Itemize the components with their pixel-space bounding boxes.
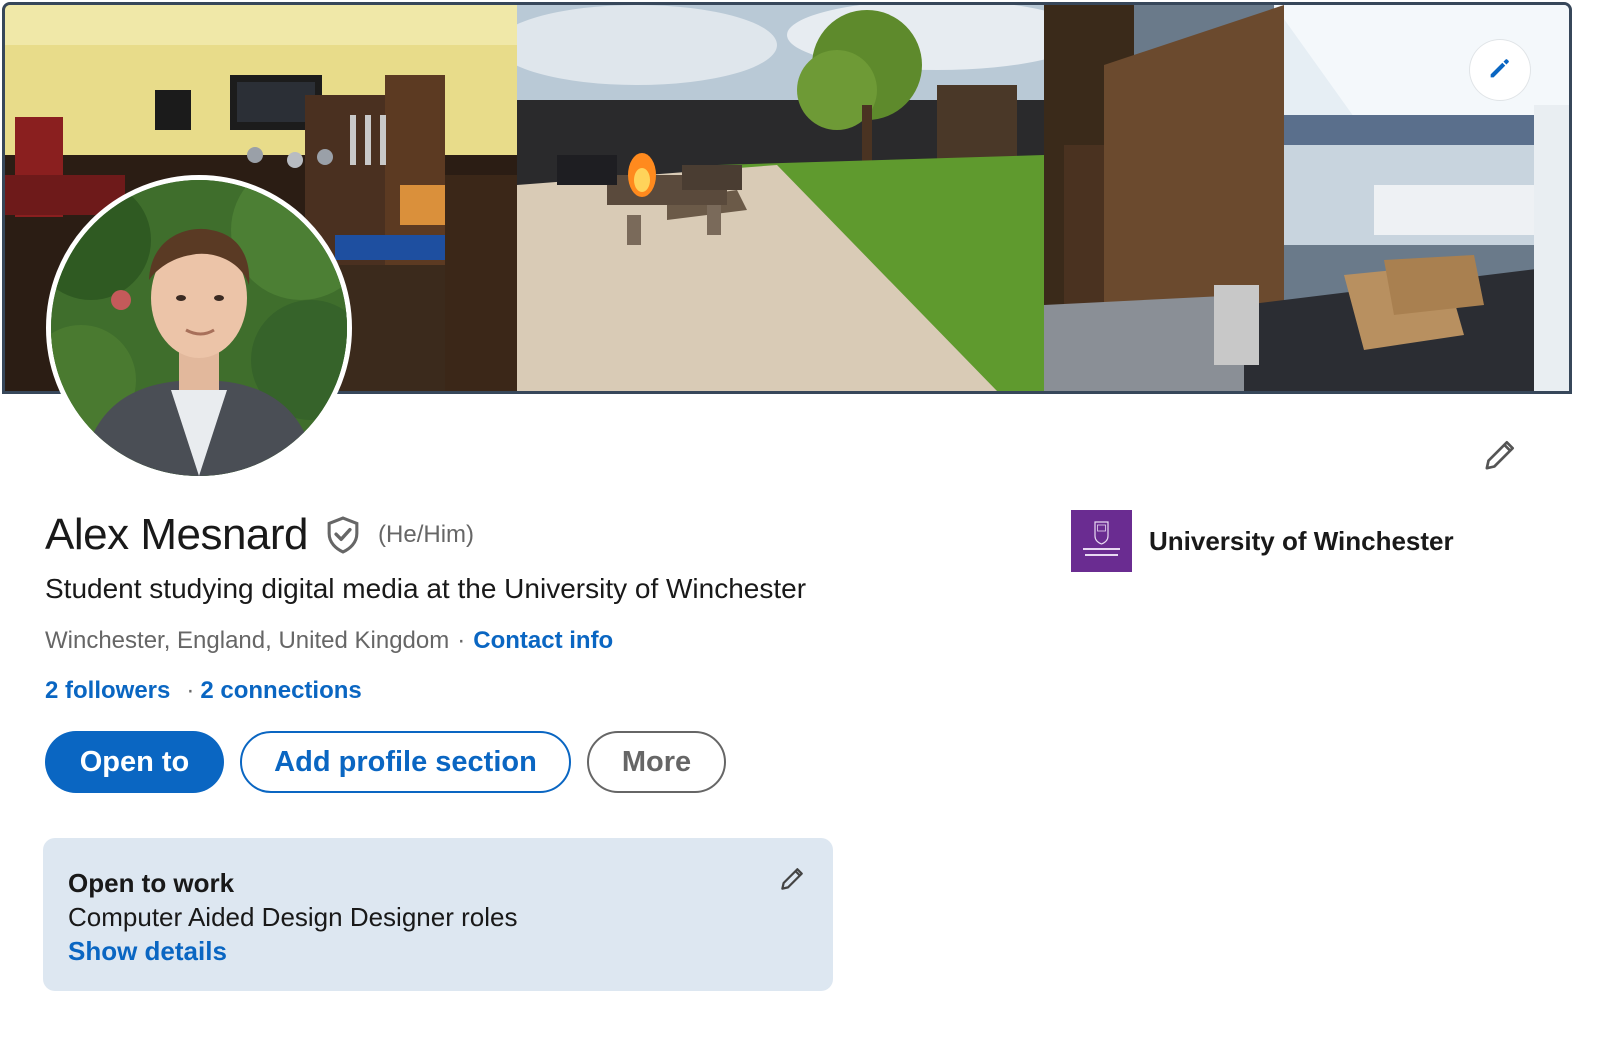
network-row: 2 followers · 2 connections	[45, 677, 362, 705]
followers-link[interactable]: 2 followers	[45, 677, 170, 705]
location-row: Winchester, England, United Kingdom · Co…	[45, 627, 613, 655]
edit-intro-button[interactable]	[1477, 432, 1525, 480]
separator-dot: ·	[457, 627, 466, 654]
profile-headline: Student studying digital media at the Un…	[45, 573, 807, 604]
separator-dot: ·	[186, 677, 195, 704]
education-link[interactable]: University of Winchester	[1071, 510, 1454, 572]
location-text: Winchester, England, United Kingdom	[45, 627, 450, 654]
show-details-link[interactable]: Show details	[68, 936, 227, 967]
open-to-work-roles: Computer Aided Design Designer roles	[68, 902, 518, 932]
profile-top-card: Alex Mesnard (He/Him) Student studying d…	[0, 0, 1603, 1056]
pencil-icon	[778, 863, 808, 898]
verified-shield-icon[interactable]	[324, 515, 362, 555]
add-profile-section-button[interactable]: Add profile section	[240, 731, 571, 793]
name-row: Alex Mesnard (He/Him)	[45, 510, 474, 560]
pencil-icon	[1481, 434, 1521, 479]
banner-image-garden	[517, 5, 1044, 391]
open-to-button[interactable]: Open to	[45, 731, 224, 793]
banner-edit-button[interactable]	[1470, 40, 1530, 100]
profile-actions: Open to Add profile section More	[45, 731, 726, 793]
school-logo	[1071, 510, 1132, 572]
open-to-work-card: Open to work Computer Aided Design Desig…	[43, 838, 833, 991]
open-to-work-title: Open to work	[68, 868, 235, 898]
pencil-icon	[1486, 54, 1514, 87]
connections-link[interactable]: 2 connections	[200, 677, 361, 705]
contact-info-link[interactable]: Contact info	[473, 627, 613, 655]
profile-photo[interactable]	[46, 175, 352, 481]
pronouns: (He/Him)	[378, 521, 475, 548]
profile-name: Alex Mesnard	[45, 510, 309, 559]
more-button[interactable]: More	[587, 731, 726, 793]
open-to-work-edit-button[interactable]	[775, 862, 811, 898]
school-name: University of Winchester	[1149, 525, 1454, 556]
